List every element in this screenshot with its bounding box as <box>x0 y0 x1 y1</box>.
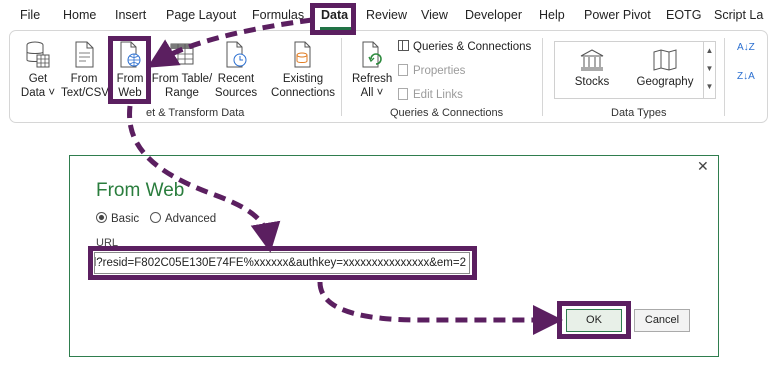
arrow-data-to-web <box>147 17 313 68</box>
arrow-url-to-ok <box>317 281 563 335</box>
annotation-arrows <box>127 17 563 335</box>
arrow-web-to-url <box>127 105 281 253</box>
